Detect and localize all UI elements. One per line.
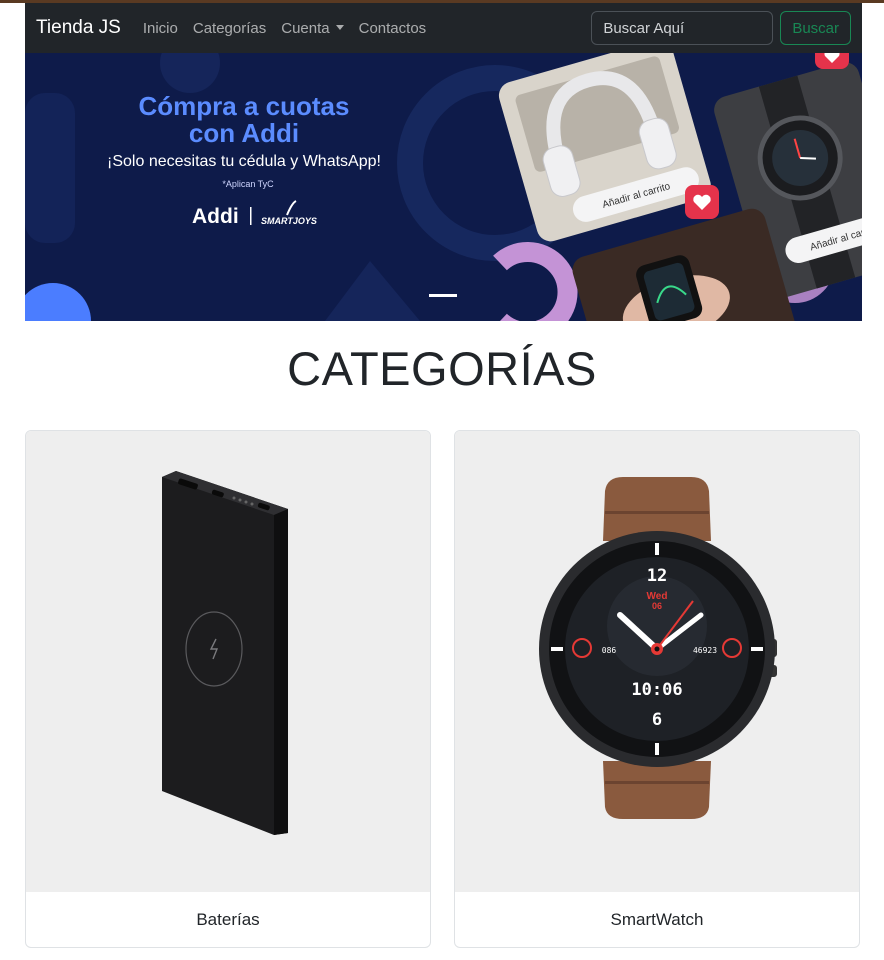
watch-time: 10:06 — [631, 680, 682, 700]
bg-triangle-shape — [325, 261, 420, 321]
promo-banner-graphic: Cómpra a cuotas con Addi ¡Solo necesitas… — [25, 53, 862, 321]
bg-purple-arc — [493, 242, 578, 321]
banner-headline-line2: con Addi — [189, 118, 299, 148]
caret-down-icon — [335, 24, 344, 30]
brand-link[interactable]: Tienda JS — [36, 17, 121, 39]
bg-circle-shape — [160, 53, 220, 93]
category-image-smartwatch[interactable]: 12 Wed 06 086 46923 10:06 6 — [455, 431, 859, 892]
search-button[interactable]: Buscar — [780, 11, 851, 45]
smartjoys-logo-text: SMARTJOYS — [261, 216, 317, 226]
heart-icon — [685, 185, 719, 219]
product-card-headphones: Añadir al carrito — [498, 53, 711, 242]
watch-marker-6: 6 — [652, 710, 662, 730]
category-name-baterias[interactable]: Baterías — [26, 892, 430, 947]
watch-marker-12: 12 — [647, 566, 667, 586]
banner-headline-line1: Cómpra a cuotas — [139, 91, 350, 121]
watch-date: 06 — [652, 601, 662, 611]
nav-link-categorias[interactable]: Categorías — [193, 20, 266, 37]
category-card-baterias[interactable]: Baterías — [25, 430, 431, 948]
bg-pill-shape — [25, 93, 75, 243]
power-bank-body — [162, 471, 288, 835]
carousel-indicator[interactable] — [429, 294, 457, 297]
nav-dropdown-cuenta[interactable]: Cuenta — [281, 19, 344, 37]
banner-terms: *Aplican TyC — [222, 179, 274, 189]
heart-icon — [815, 53, 849, 69]
smartwatch-image: 12 Wed 06 086 46923 10:06 6 — [539, 477, 777, 819]
watch-strap-bottom — [603, 761, 711, 819]
navbar: Tienda JS Inicio Categorías Cuenta Conta… — [25, 3, 862, 53]
search-input[interactable] — [591, 11, 774, 45]
smartjoys-logo-mark — [286, 200, 297, 216]
promo-carousel[interactable]: Cómpra a cuotas con Addi ¡Solo necesitas… — [25, 53, 862, 321]
banner-subline: ¡Solo necesitas tu cédula y WhatsApp! — [107, 153, 381, 170]
power-bank-side — [274, 509, 288, 835]
watch-right-stat: 46923 — [693, 646, 717, 655]
logo-divider — [250, 207, 252, 225]
addi-logo-text: Addi — [192, 205, 239, 228]
section-title: CATEGORÍAS — [287, 342, 597, 395]
category-name-smartwatch[interactable]: SmartWatch — [455, 892, 859, 947]
nav-link-inicio[interactable]: Inicio — [143, 20, 178, 37]
nav-link-contactos[interactable]: Contactos — [359, 20, 427, 37]
search-form: Buscar — [591, 11, 851, 45]
category-image-baterias[interactable] — [26, 431, 430, 892]
nav-dropdown-cuenta-label: Cuenta — [281, 19, 330, 37]
category-card-smartwatch[interactable]: 12 Wed 06 086 46923 10:06 6 SmartWatch — [454, 430, 860, 948]
power-bank-image — [162, 471, 288, 835]
bg-blue-circle — [25, 283, 91, 321]
watch-left-stat: 086 — [602, 646, 617, 655]
